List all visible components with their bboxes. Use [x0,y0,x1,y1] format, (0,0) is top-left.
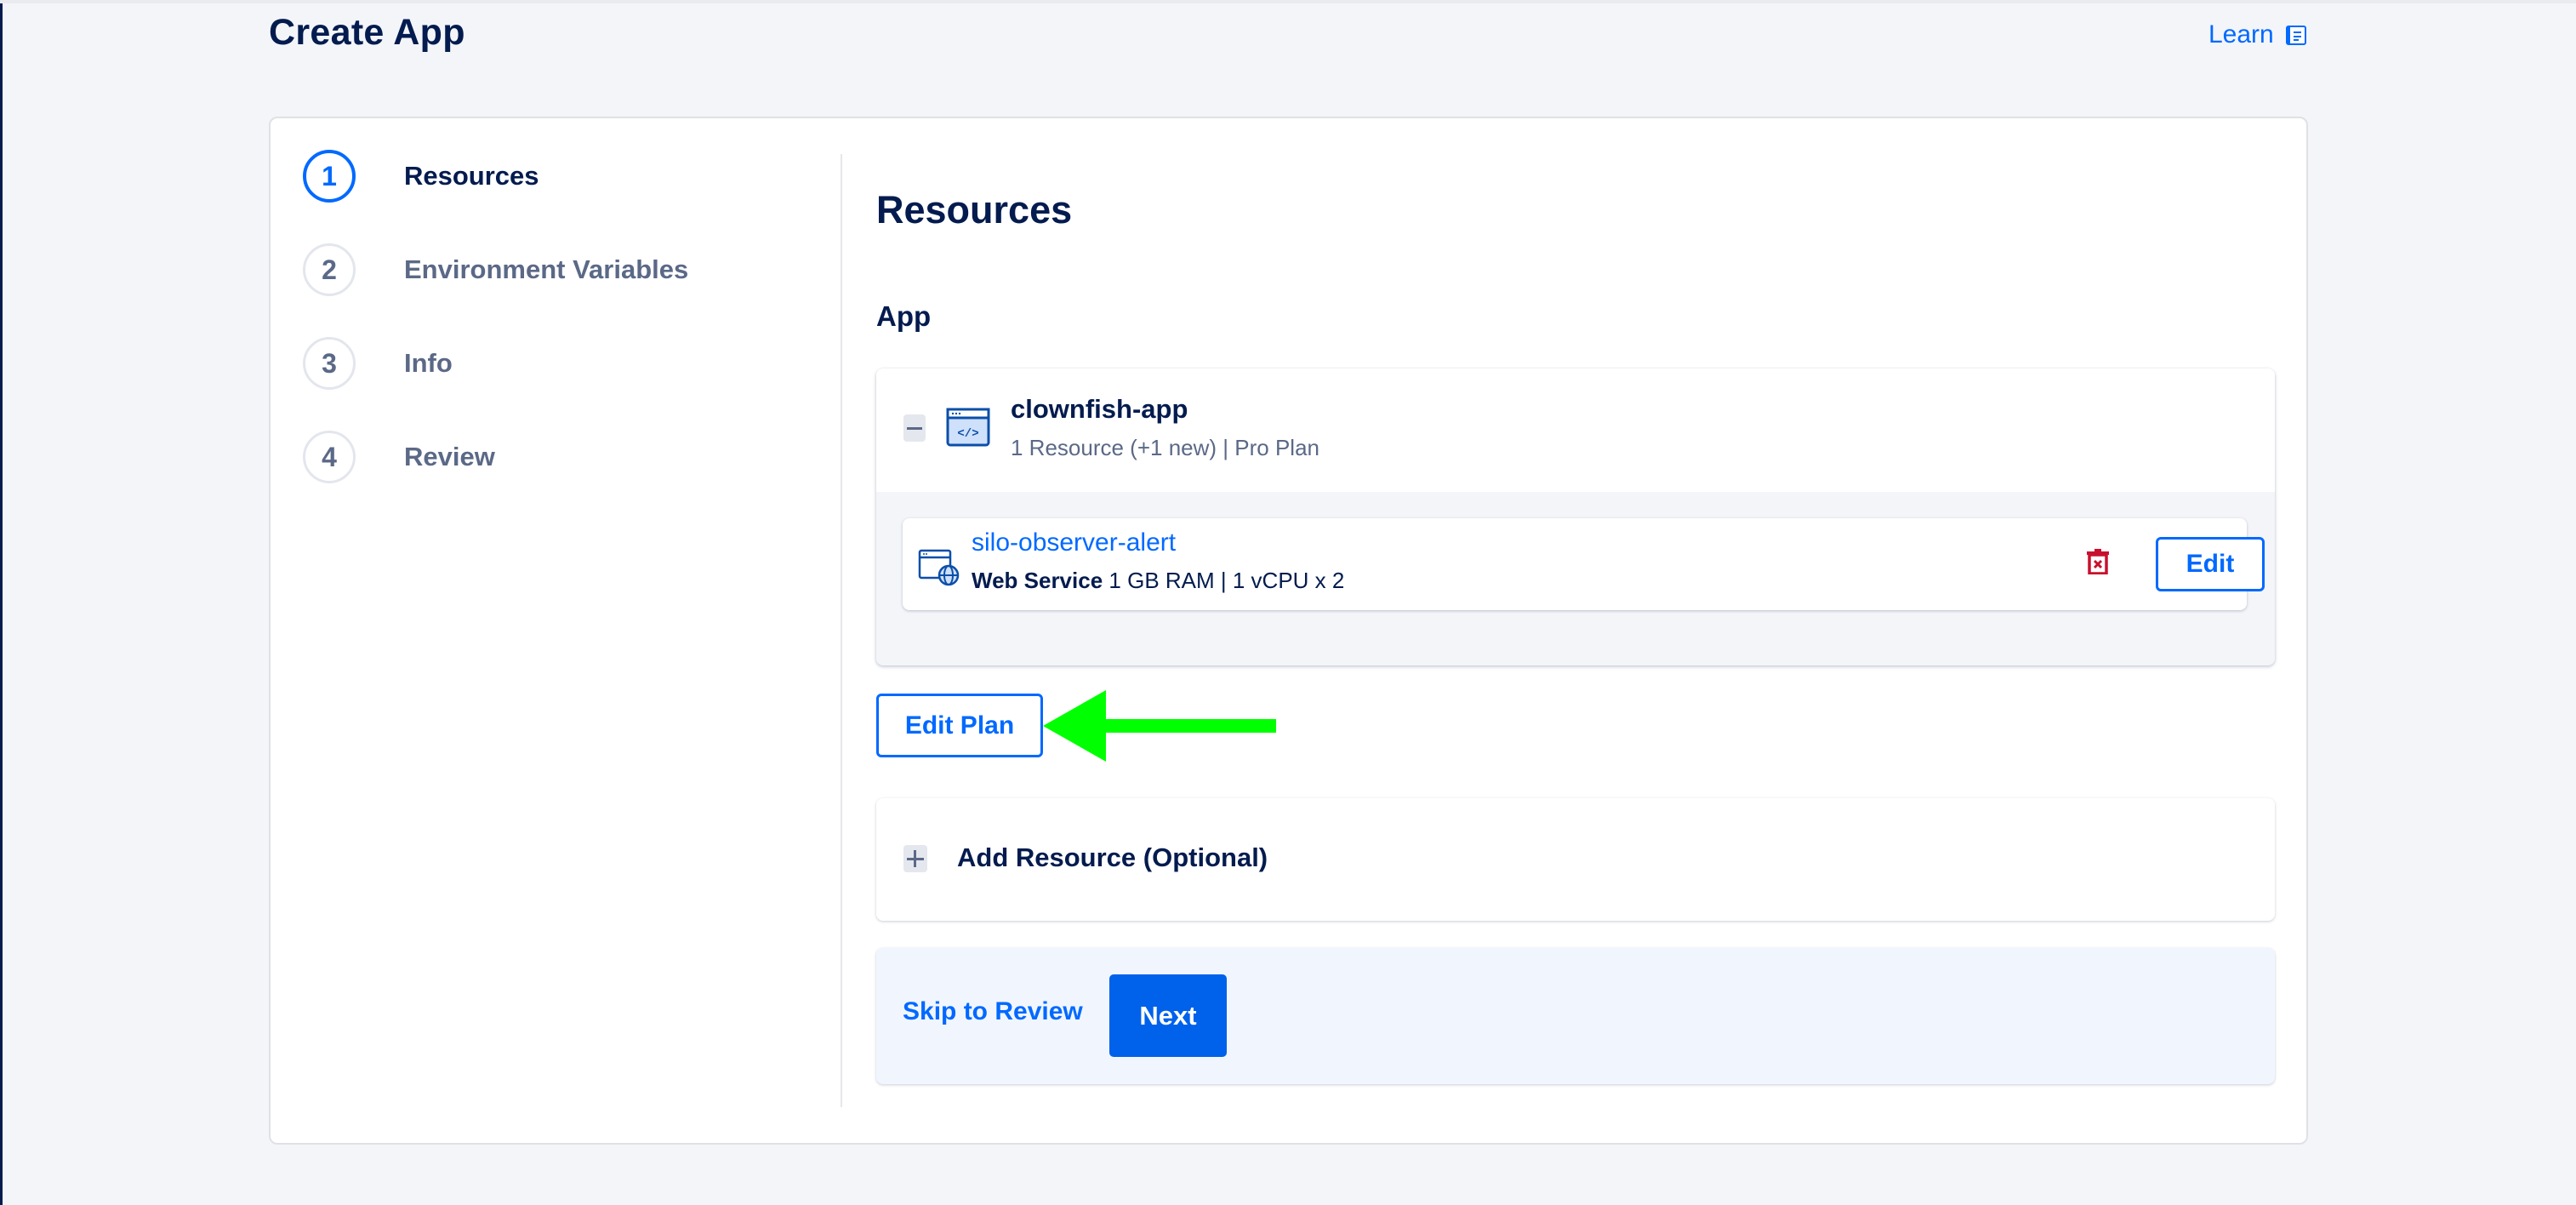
resource-type: Web Service [972,568,1103,593]
collapse-toggle-icon[interactable] [903,414,926,442]
code-window-icon: </> [946,408,990,447]
resource-name-link[interactable]: silo-observer-alert [972,528,1176,557]
top-border [0,0,2576,3]
step-label: Resources [404,161,539,191]
step-label: Review [404,442,495,471]
resource-spec: 1 GB RAM | 1 vCPU x 2 [1108,568,1345,593]
step-info[interactable]: 3 Info [303,336,688,391]
app-card-header: </> clownfish-app 1 Resource (+1 new) | … [876,368,2275,492]
section-title: Resources [876,188,1073,231]
skip-to-review-link[interactable]: Skip to Review [903,997,1083,1026]
svg-text:</>: </> [957,427,978,441]
step-environment-variables[interactable]: 2 Environment Variables [303,243,688,297]
step-number: 2 [303,243,356,296]
trash-icon[interactable] [2086,549,2110,574]
app-meta: 1 Resource (+1 new) | Pro Plan [1011,435,1319,460]
step-label: Environment Variables [404,254,689,284]
app-card: </> clownfish-app 1 Resource (+1 new) | … [876,368,2275,665]
step-review[interactable]: 4 Review [303,430,688,484]
resource-item: silo-observer-alert Web Service 1 GB RAM… [903,518,2265,610]
window-edge [0,0,3,1205]
web-service-globe-icon [918,549,960,586]
add-resource-label: Add Resource (Optional) [957,842,1268,872]
green-arrow-annotation [1043,690,1276,762]
step-number: 4 [303,431,356,483]
resource-detail: Web Service 1 GB RAM | 1 vCPU x 2 [972,568,1344,594]
add-resource-card[interactable]: Add Resource (Optional) [876,798,2275,921]
app-subtitle: App [876,300,932,332]
stepper: 1 Resources 2 Environment Variables 3 In… [303,149,688,523]
app-name: clownfish-app [1011,394,1188,424]
step-label: Info [404,348,453,378]
plus-icon[interactable] [903,845,927,872]
wizard-footer: Skip to Review Next [876,948,2275,1084]
step-number: 3 [303,337,356,390]
column-divider [841,154,842,1107]
edit-plan-button[interactable]: Edit Plan [876,694,1043,757]
page-title: Create App [269,12,465,53]
learn-link[interactable]: Learn [2208,20,2306,49]
next-button[interactable]: Next [1109,974,1227,1057]
create-app-card: 1 Resources 2 Environment Variables 3 In… [269,117,2308,1145]
learn-label: Learn [2208,20,2274,49]
step-number: 1 [303,150,356,203]
edit-resource-button[interactable]: Edit [2156,537,2265,591]
step-resources[interactable]: 1 Resources [303,149,688,203]
book-icon [2285,25,2306,45]
